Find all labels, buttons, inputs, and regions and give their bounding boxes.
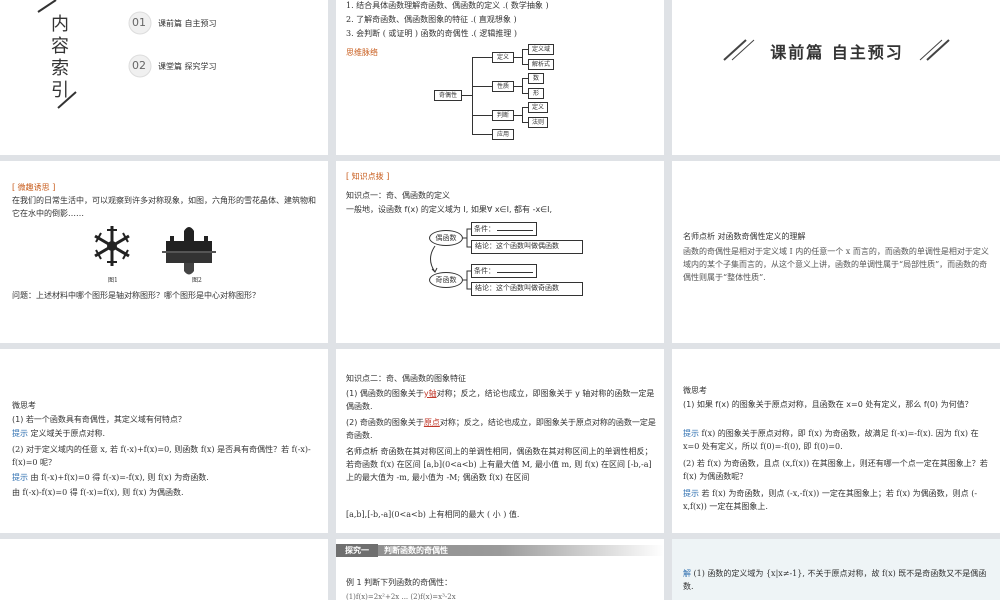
think2-tip2-label: 提示 <box>683 489 699 498</box>
figure-2-caption: 图2 <box>192 277 202 284</box>
mindmap: 奇偶性 定义 性质 判断 应用 定义域 解析式 数 形 定义 法则 <box>336 0 664 155</box>
kp2-note: 名师点析 奇函数在其对称区间上的单调性相同，偶函数在其对称区间上的单调性相反；若… <box>346 445 656 484</box>
mindmap-branch-def: 定义 <box>492 52 514 63</box>
solution-text: 解 (1) 函数的定义域为 {x|x≠-1}, 不关于原点对称，故 f(x) 既… <box>683 567 989 593</box>
think2-tip1-text: f(x) 的图象关于原点对称，即 f(x) 为奇函数，故满足 f(-x)=-f(… <box>683 429 979 451</box>
think1-tip1-label: 提示 <box>12 429 28 438</box>
kp2-panel: 知识点二：奇、偶函数的图象特征 (1) 偶函数的图象关于y轴对称；反之，结论也成… <box>336 349 664 533</box>
example-1: 例 1 判断下列函数的奇偶性： <box>346 578 453 587</box>
kp2-point1: (1) 偶函数的图象关于y轴对称；反之，结论也成立，即图象关于 y 轴对称的函数… <box>346 387 656 413</box>
intro-tag: [ 微趣诱思 ] <box>12 183 56 192</box>
think1-title: 微思考 <box>12 401 36 410</box>
banner-decoration <box>723 39 950 61</box>
kp2-heading: 知识点二：奇、偶函数的图象特征 <box>346 374 466 383</box>
mindmap-leaf-def: 定义 <box>528 102 548 113</box>
even-condition-box: 条件： <box>471 222 537 236</box>
kp2-note-title: 名师点析 <box>346 447 378 456</box>
mindmap-leaf-domain: 定义域 <box>528 44 554 55</box>
think2-tip1-label: 提示 <box>683 429 699 438</box>
kp2-point2-a: (2) 奇函数的图象关于 <box>346 418 424 427</box>
think1-tip1-text: 定义域关于原点对称. <box>30 429 106 438</box>
odd-condition-blank <box>497 266 534 273</box>
top-slash <box>37 0 57 13</box>
explore-tag: 探究一 <box>336 544 378 557</box>
think1-tip1: 提示 定义域关于原点对称. <box>12 427 105 440</box>
example-1-sub: (1)f(x)=2x²+2x ... (2)f(x)=x³-2x <box>346 593 456 600</box>
think1-tip2a-text: 由 f(-x)+f(x)=0 得 f(-x)=-f(x), 则 f(x) 为奇函… <box>30 473 209 482</box>
index-num-2: 02 <box>132 59 146 72</box>
even-condition-label: 条件： <box>474 225 495 233</box>
kp2-blank2: 原点 <box>423 418 440 427</box>
intro-text: 在我们的日常生活中，可以观察到许多对称现象，如图，六角形的雪花晶体、建筑物和它在… <box>12 196 316 218</box>
objectives-panel: 1. 结合具体函数理解奇函数、偶函数的定义 .( 数学抽象 ) 2. 了解奇函数… <box>336 0 664 155</box>
mindmap-root: 奇偶性 <box>434 90 462 101</box>
figure-1-caption: 图1 <box>108 277 118 284</box>
solution-body: (1) 函数的定义域为 {x|x≠-1}, 不关于原点对称，故 f(x) 既不是… <box>683 569 987 591</box>
kp2-note2: [a,b],[-b,-a](0<a<b) 上有相同的最大 ( 小 ) 值. <box>346 510 520 519</box>
mindmap-leaf-shape: 形 <box>528 88 544 99</box>
index-title: 内容索引 <box>51 14 69 101</box>
analysis-text: 函数的奇偶性是相对于定义域 I 内的任意一个 x 而言的，而函数的单调性是相对于… <box>683 247 989 282</box>
intro-figures <box>94 226 216 275</box>
think2-q2: (2) 若 f(x) 为奇函数，且点 (x,f(x)) 在其图象上，则还有哪一个… <box>683 459 988 481</box>
mindmap-branch-apply: 应用 <box>492 129 514 140</box>
odd-condition-label: 条件： <box>474 267 495 275</box>
think2-tip1: 提示 f(x) 的图象关于原点对称，即 f(x) 为奇函数，故满足 f(-x)=… <box>683 427 989 453</box>
even-conclusion-box: 结论：这个函数叫做偶函数 <box>471 240 583 254</box>
intro-panel: [ 微趣诱思 ] 在我们的日常生活中，可以观察到许多对称现象，如图，六角形的雪花… <box>0 161 328 343</box>
think1-q1: (1) 若一个函数具有奇偶性，其定义域有何特点？ <box>12 415 186 424</box>
analysis-panel: 名师点析 对函数奇偶性定义的理解 函数的奇偶性是相对于定义域 I 内的任意一个 … <box>672 161 1000 343</box>
think2-q1: (1) 如果 f(x) 的图象关于原点对称，且函数在 x=0 处有定义，那么 f… <box>683 400 973 409</box>
odd-conclusion-box: 结论：这个函数叫做奇函数 <box>471 282 583 296</box>
kp2-note-text: 奇函数在其对称区间上的单调性相同，偶函数在其对称区间上的单调性相反；若奇函数 f… <box>346 447 653 482</box>
intro-question: 问题：上述材料中哪个图形是轴对称图形？哪个图形是中心对称图形？ <box>12 291 260 300</box>
even-condition-blank <box>497 224 534 231</box>
think2-tip2: 提示 若 f(x) 为奇函数，则点 (-x,-f(x)) 一定在其图象上；若 f… <box>683 487 989 513</box>
kp2-blank1: y轴 <box>423 389 437 398</box>
think1-panel: 微思考 (1) 若一个函数具有奇偶性，其定义域有何特点？ 提示 定义域关于原点对… <box>0 349 328 533</box>
analysis-title: 名师点析 对函数奇偶性定义的理解 <box>683 232 806 241</box>
explore-title: 判断函数的奇偶性 <box>384 546 448 555</box>
even-bracket <box>463 228 471 248</box>
think1-tip2b: 由 f(-x)-f(x)=0 得 f(-x)=f(x), 则 f(x) 为偶函数… <box>12 488 184 497</box>
solution-label: 解 <box>683 569 691 578</box>
mindmap-leaf-formula: 解析式 <box>528 59 554 70</box>
index-num-1: 01 <box>132 16 146 29</box>
blank-panel <box>0 539 328 600</box>
relation-arrow <box>430 245 436 273</box>
mindmap-leaf-rule: 法则 <box>528 117 548 128</box>
kp2-point1-a: (1) 偶函数的图象关于 <box>346 389 424 398</box>
think2-title: 微思考 <box>683 386 707 395</box>
banner-title: 课前篇 自主预习 <box>770 43 904 62</box>
odd-condition-box: 条件： <box>471 264 537 278</box>
mindmap-branch-prop: 性质 <box>492 81 514 92</box>
kp2-point2: (2) 奇函数的图象关于原点对称；反之，结论也成立，即图象关于原点对称的函数一定… <box>346 416 656 442</box>
think1-q2: (2) 对于定义域内的任意 x, 若 f(-x)+f(x)=0, 则函数 f(x… <box>12 445 311 467</box>
index-panel: 内容索引 01 课前篇 自主预习 02 课堂篇 探究学习 <box>0 0 328 155</box>
snowflake-icon <box>94 226 130 266</box>
index-item-1[interactable]: 课前篇 自主预习 <box>158 17 217 30</box>
banner-panel: 课前篇 自主预习 <box>672 0 1000 155</box>
think2-tip2-text: 若 f(x) 为奇函数，则点 (-x,-f(x)) 一定在其图象上；若 f(x)… <box>683 489 978 511</box>
building-reflection-icon <box>162 227 216 275</box>
explore-panel: 探究一 判断函数的奇偶性 例 1 判断下列函数的奇偶性： (1)f(x)=2x²… <box>336 539 664 600</box>
think1-tip2-label: 提示 <box>12 473 28 482</box>
solution-panel: 解 (1) 函数的定义域为 {x|x≠-1}, 不关于原点对称，故 f(x) 既… <box>672 539 1000 600</box>
odd-bracket <box>463 270 471 290</box>
mindmap-leaf-number: 数 <box>528 73 544 84</box>
think1-tip2a: 提示 由 f(-x)+f(x)=0 得 f(-x)=-f(x), 则 f(x) … <box>12 471 209 484</box>
think2-panel: 微思考 (1) 如果 f(x) 的图象关于原点对称，且函数在 x=0 处有定义，… <box>672 349 1000 533</box>
kp1-panel: [ 知识点拨 ] 知识点一：奇、偶函数的定义 一般地，设函数 f(x) 的定义域… <box>336 161 664 343</box>
index-item-2[interactable]: 课堂篇 探究学习 <box>158 60 217 73</box>
mindmap-branch-judge: 判断 <box>492 110 514 121</box>
